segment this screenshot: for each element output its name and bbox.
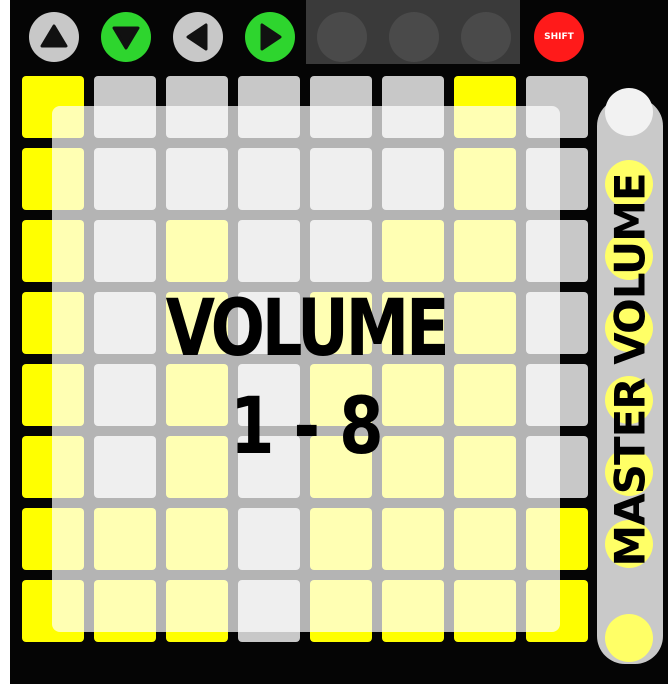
master-volume-step-8[interactable] <box>605 614 653 662</box>
triangle-down-icon <box>112 26 140 50</box>
launchpad-controller: SHIFT VOLUME 1 - 8 MASTER VOLUME <box>10 0 668 684</box>
overlay-title: VOLUME <box>165 284 450 374</box>
right-arrow-button[interactable] <box>245 12 295 62</box>
down-arrow-button[interactable] <box>101 12 151 62</box>
overlay-subtitle: 1 - 8 <box>230 382 384 472</box>
blank-button-5[interactable] <box>317 12 367 62</box>
blank-button-6[interactable] <box>389 12 439 62</box>
blank-button-7[interactable] <box>461 12 511 62</box>
triangle-right-icon <box>260 23 282 51</box>
shift-label: SHIFT <box>544 32 574 42</box>
triangle-left-icon <box>186 23 208 51</box>
triangle-up-icon <box>40 24 68 48</box>
left-arrow-button[interactable] <box>173 12 223 62</box>
shift-button[interactable]: SHIFT <box>534 12 584 62</box>
volume-overlay: VOLUME 1 - 8 <box>52 106 560 632</box>
up-arrow-button[interactable] <box>29 12 79 62</box>
master-volume-label: MASTER VOLUME <box>605 173 655 567</box>
master-volume-step-1[interactable] <box>605 88 653 136</box>
